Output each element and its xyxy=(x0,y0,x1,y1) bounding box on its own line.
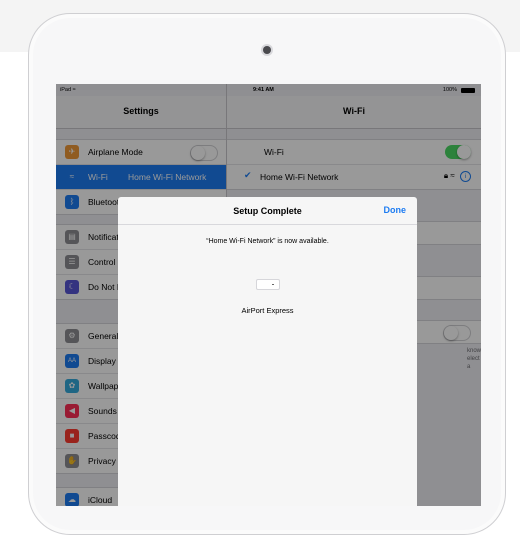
setup-complete-modal: Setup Complete Done “Home Wi-Fi Network”… xyxy=(118,197,417,506)
modal-title: Setup Complete xyxy=(233,206,302,216)
modal-message: “Home Wi-Fi Network” is now available. xyxy=(206,238,329,245)
modal-header: Setup Complete Done xyxy=(118,197,417,225)
device-name-label: AirPort Express xyxy=(241,306,294,315)
camera-icon xyxy=(263,46,271,54)
airport-express-icon xyxy=(256,279,280,290)
done-button[interactable]: Done xyxy=(384,205,407,215)
